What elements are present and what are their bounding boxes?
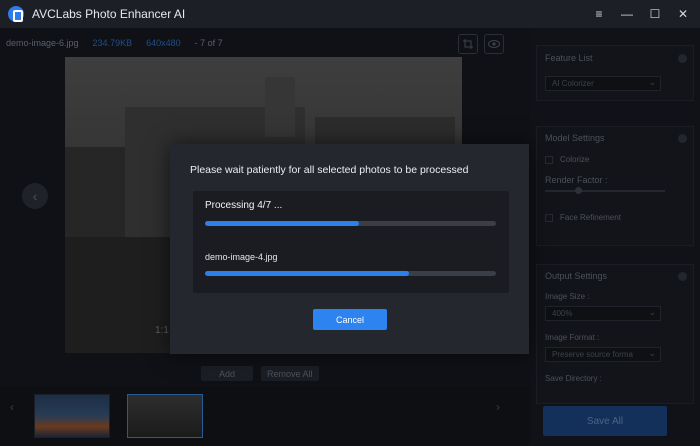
thumbnail-image[interactable] [34, 394, 110, 438]
image-filename: demo-image-6.jpg [6, 38, 79, 48]
overall-progress-fill [205, 221, 360, 226]
title-bar: AVCLabs Photo Enhancer AI ≡ — ☐ ✕ [0, 0, 700, 28]
image-size-select[interactable]: 400% [545, 306, 661, 321]
image-info-bar: demo-image-6.jpg 234.79KB 640x480 - 7 of… [6, 38, 223, 52]
image-resolution: 640x480 [146, 38, 181, 48]
processing-status: Processing 4/7 ... [205, 200, 283, 211]
image-filesize: 234.79KB [92, 38, 133, 48]
thumbnail-image-selected[interactable] [127, 394, 203, 438]
current-file-name: demo-image-4.jpg [205, 252, 278, 262]
output-settings-title: Output Settings [545, 271, 608, 281]
slider-knob[interactable] [575, 187, 582, 194]
feature-list-section: Feature List AI Colorizer [536, 45, 694, 101]
help-icon[interactable] [678, 54, 687, 63]
thumbnails-prev-icon[interactable]: ‹ [10, 400, 14, 414]
face-refinement-label: Face Refinement [560, 213, 621, 222]
face-refinement-checkbox[interactable] [545, 213, 553, 222]
crop-icon[interactable] [458, 34, 478, 54]
zoom-indicator: 1:1 [155, 325, 169, 336]
minimize-icon[interactable]: — [616, 3, 638, 25]
image-format-select[interactable]: Preserve source forma [545, 347, 661, 362]
cancel-button[interactable]: Cancel [313, 309, 387, 330]
window-controls: ≡ — ☐ ✕ [582, 0, 694, 28]
help-icon[interactable] [678, 134, 687, 143]
file-progress-bar [205, 271, 496, 276]
close-icon[interactable]: ✕ [672, 3, 694, 25]
image-format-label: Image Format : [545, 333, 600, 342]
preview-tools [458, 34, 504, 54]
colorize-checkbox[interactable] [545, 155, 553, 164]
render-factor-label: Render Factor : [545, 175, 608, 185]
feature-select[interactable]: AI Colorizer [545, 76, 661, 91]
feature-list-title: Feature List [545, 53, 593, 63]
eye-icon[interactable] [484, 34, 504, 54]
previous-image-button[interactable]: ‹ [22, 183, 48, 209]
maximize-icon[interactable]: ☐ [644, 3, 666, 25]
add-button[interactable]: Add [201, 366, 253, 381]
menu-icon[interactable]: ≡ [588, 3, 610, 25]
overall-progress-bar [205, 221, 496, 226]
colorize-label: Colorize [560, 155, 590, 164]
save-directory-label: Save Directory : [545, 374, 602, 383]
dialog-message: Please wait patiently for all selected p… [190, 164, 469, 176]
image-size-label: Image Size : [545, 292, 590, 301]
image-position: - 7 of 7 [194, 38, 223, 48]
face-refinement-option[interactable]: Face Refinement [545, 213, 621, 222]
save-all-button[interactable]: Save All [543, 406, 667, 436]
image-actions: Add Remove All [201, 366, 319, 381]
remove-all-button[interactable]: Remove All [261, 366, 319, 381]
progress-container: Processing 4/7 ... demo-image-4.jpg [193, 191, 509, 293]
help-icon[interactable] [678, 272, 687, 281]
model-settings-title: Model Settings [545, 133, 605, 143]
app-logo-icon [8, 6, 24, 22]
thumbnails-next-icon[interactable]: › [496, 400, 500, 414]
colorize-option[interactable]: Colorize [545, 155, 589, 164]
app-title: AVCLabs Photo Enhancer AI [32, 7, 186, 21]
model-settings-section: Model Settings Colorize Render Factor : [536, 126, 694, 246]
render-factor-slider[interactable] [545, 187, 665, 194]
processing-dialog: Please wait patiently for all selected p… [170, 144, 529, 354]
file-progress-fill [205, 271, 409, 276]
